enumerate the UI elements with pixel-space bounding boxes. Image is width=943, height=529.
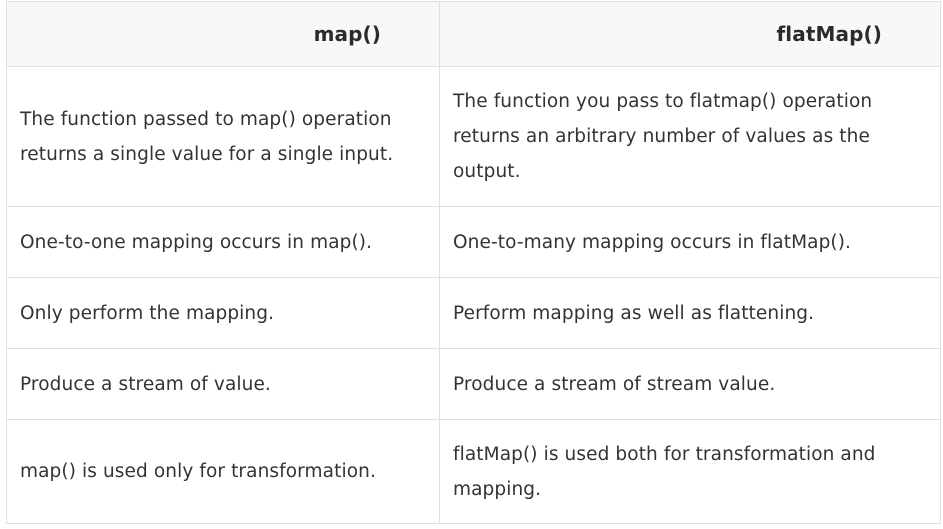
cell-flatmap: The function you pass to flatmap() opera…: [439, 66, 941, 207]
cell-flatmap: Produce a stream of stream value.: [439, 348, 941, 420]
cell-map: One-to-one mapping occurs in map().: [6, 206, 440, 278]
table-header: map() flatMap(): [6, 1, 941, 67]
cell-map: map() is used only for transformation.: [6, 419, 440, 524]
table-row: Produce a stream of value. Produce a str…: [6, 348, 941, 420]
comparison-table: map() flatMap() The function passed to m…: [6, 1, 941, 524]
table-row: The function passed to map() operation r…: [6, 66, 941, 207]
header-flatmap: flatMap(): [439, 1, 941, 67]
table-body: The function passed to map() operation r…: [6, 66, 941, 524]
table-row: One-to-one mapping occurs in map(). One-…: [6, 206, 941, 278]
table-row: Only perform the mapping. Perform mappin…: [6, 277, 941, 349]
header-row: map() flatMap(): [6, 1, 941, 67]
cell-map: Only perform the mapping.: [6, 277, 440, 349]
cell-map: Produce a stream of value.: [6, 348, 440, 420]
cell-flatmap: One-to-many mapping occurs in flatMap().: [439, 206, 941, 278]
header-map: map(): [6, 1, 440, 67]
cell-flatmap: Perform mapping as well as flattening.: [439, 277, 941, 349]
table-row: map() is used only for transformation. f…: [6, 419, 941, 524]
cell-map: The function passed to map() operation r…: [6, 66, 440, 207]
cell-flatmap: flatMap() is used both for transformatio…: [439, 419, 941, 524]
